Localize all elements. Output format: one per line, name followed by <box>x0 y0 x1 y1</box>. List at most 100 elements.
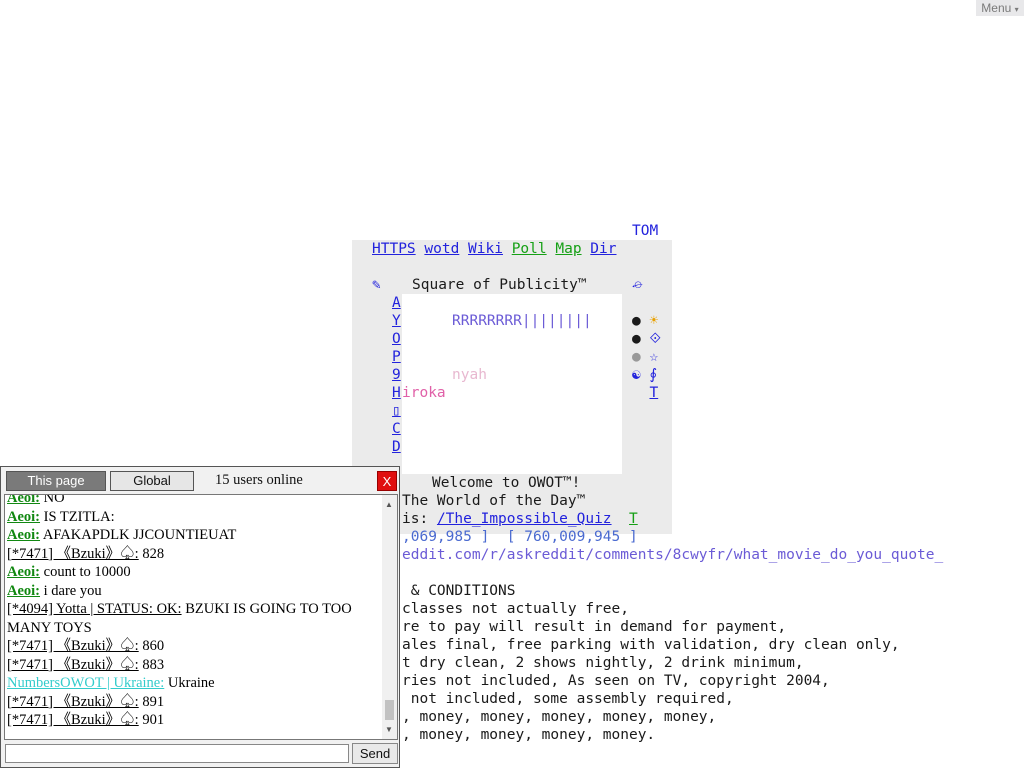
message-nick[interactable]: [*7471] 《Bzuki》♤: <box>7 712 139 728</box>
message-nick[interactable]: Aeoi: <box>7 495 40 506</box>
chat-message: [*7471] 《Bzuki》♤: 860 <box>7 637 382 656</box>
side-letter-9[interactable]: 9 <box>392 367 401 383</box>
message-text: AFAKAPDLK JJCOUNTIEUAT <box>42 527 237 543</box>
message-nick[interactable]: NumbersOWOT | Ukraine: <box>7 675 164 691</box>
pencil-icon[interactable]: ✎ <box>372 276 381 294</box>
world-of-day-label: The World of the Day™ <box>402 493 586 509</box>
terms-line: classes not actually free, <box>402 601 629 617</box>
message-text: IS TZITLA: <box>43 508 115 525</box>
terms-line: & CONDITIONS <box>402 583 516 599</box>
scroll-up-icon[interactable]: ▲ <box>385 500 393 509</box>
menu-button[interactable]: Menu ▾ <box>976 0 1024 16</box>
world-of-day-row: is: /The_Impossible_Quiz T <box>402 510 638 528</box>
diamond-icon[interactable]: ⟐ <box>649 331 660 347</box>
terms-line: , money, money, money, money. <box>402 727 656 743</box>
chat-message: Aeoi: i dare you <box>7 582 382 601</box>
message-nick[interactable]: Aeoi: <box>7 509 40 525</box>
side-letter-list: A Y O P 9 H ▯ C D <box>392 294 401 456</box>
chat-message: [*7471] 《Bzuki》♤: 901 <box>7 711 382 730</box>
message-nick[interactable]: [*7471] 《Bzuki》♤: <box>7 657 139 673</box>
side-letter-c[interactable]: C <box>392 421 401 437</box>
terms-line: ries not included, As seen on TV, copyri… <box>402 673 830 689</box>
terms-line: , money, money, money, money, money, <box>402 709 717 725</box>
nav-wiki[interactable]: Wiki <box>468 241 503 257</box>
message-nick[interactable]: Aeoi: <box>7 583 40 599</box>
dot-icon[interactable]: ● <box>632 313 641 329</box>
coords-text: ,069,985 ] [ 760,009,945 ] <box>402 529 638 545</box>
message-text: 860 <box>142 638 165 654</box>
side-letter-box[interactable]: ▯ <box>392 403 401 419</box>
nav-poll[interactable]: Poll <box>512 241 547 257</box>
star-icon[interactable]: ☆ <box>649 349 658 365</box>
integral-icon[interactable]: ∮ <box>649 367 657 383</box>
chat-message: [*7471] 《Bzuki》♤: 883 <box>7 656 382 675</box>
chat-input[interactable] <box>5 744 349 763</box>
terms-line: re to pay will result in demand for paym… <box>402 619 787 635</box>
chat-message: Aeoi: IS TZITLA: <box>7 508 382 527</box>
message-nick[interactable]: [*4094] Yotta | STATUS: OK: <box>7 601 182 617</box>
tab-global[interactable]: Global <box>110 471 194 491</box>
chat-messages[interactable]: Aeoi: NO Aeoi: IS TZITLA: Aeoi: AFAKAPDL… <box>4 494 398 740</box>
users-online-count: 15 users online <box>215 472 303 488</box>
t-link[interactable]: T <box>649 385 658 401</box>
menu-label: Menu <box>981 1 1012 15</box>
nav-dir[interactable]: Dir <box>590 241 616 257</box>
message-nick[interactable]: Aeoi: <box>7 564 40 580</box>
message-nick[interactable]: [*7471] 《Bzuki》♤: <box>7 638 139 654</box>
side-letter-p[interactable]: P <box>392 349 401 365</box>
world-link[interactable]: /The_Impossible_Quiz <box>437 511 612 527</box>
top-nav: HTTPS wotd Wiki Poll Map Dir <box>372 240 617 258</box>
welcome-text: Welcome to OWOT™! <box>432 475 581 491</box>
dot-icon[interactable]: ● <box>632 349 641 365</box>
nav-wotd[interactable]: wotd <box>424 241 459 257</box>
chat-message: Aeoi: count to 10000 <box>7 563 382 582</box>
terms-line: not included, some assembly required, <box>402 691 734 707</box>
world-t-link[interactable]: T <box>629 511 638 527</box>
nav-https[interactable]: HTTPS <box>372 241 416 257</box>
chevron-down-icon: ▾ <box>1014 5 1019 14</box>
send-button[interactable]: Send <box>352 743 398 764</box>
message-text: 891 <box>142 693 165 710</box>
is-label: is: <box>402 511 429 527</box>
message-nick[interactable]: [*7471] 《Bzuki》♤: <box>7 694 139 710</box>
reddit-link[interactable]: eddit.com/r/askreddit/comments/8cwyfr/wh… <box>402 546 943 564</box>
nyah-text: nyah <box>452 367 487 383</box>
message-text: count to 10000 <box>43 564 131 580</box>
chat-message: [*4094] Yotta | STATUS: OK: BZUKI IS GOI… <box>7 600 382 637</box>
chat-scrollbar[interactable]: ▲ ▼ <box>382 495 397 739</box>
terms-block: & CONDITIONS classes not actually free, … <box>402 582 900 744</box>
message-list: Aeoi: NO Aeoi: IS TZITLA: Aeoi: AFAKAPDL… <box>7 495 382 730</box>
dot-icon[interactable]: ● <box>632 331 641 347</box>
terms-line: t dry clean, 2 shows nightly, 2 drink mi… <box>402 655 804 671</box>
chat-window: This page Global 15 users online X Aeoi:… <box>0 466 400 768</box>
close-button[interactable]: X <box>377 471 397 491</box>
message-text: i dare you <box>43 582 102 599</box>
side-letter-o[interactable]: O <box>392 331 401 347</box>
scroll-thumb[interactable] <box>385 700 394 720</box>
scroll-down-icon[interactable]: ▼ <box>385 725 393 734</box>
nav-map[interactable]: Map <box>555 241 581 257</box>
chat-message: Aeoi: AFAKAPDLK JJCOUNTIEUAT <box>7 526 382 545</box>
tab-this-page[interactable]: This page <box>6 471 106 491</box>
message-text: 828 <box>142 545 165 562</box>
side-letter-h[interactable]: H <box>392 385 401 401</box>
message-text: 883 <box>142 656 165 673</box>
terms-line: ales final, free parking with validation… <box>402 637 900 653</box>
square-title: Square of Publicity™ <box>412 277 587 293</box>
message-text: Ukraine <box>167 675 215 691</box>
sun-icon[interactable]: ☀ <box>649 313 658 329</box>
chat-message: NumbersOWOT | Ukraine: Ukraine <box>7 674 382 693</box>
side-letter-a[interactable]: A <box>392 295 401 311</box>
side-letter-d[interactable]: D <box>392 439 401 455</box>
chat-message: Aeoi: NO <box>7 495 382 508</box>
message-nick[interactable]: Aeoi: <box>7 527 40 543</box>
rrr-line: RRRRRRRR|||||||| <box>452 313 592 329</box>
yin-yang-icon[interactable]: ☯ <box>632 367 641 383</box>
message-nick[interactable]: [*7471] 《Bzuki》♤: <box>7 546 139 562</box>
hiroka-text: iroka <box>402 385 446 401</box>
eraser-icon[interactable]: ⌮ <box>632 276 643 294</box>
message-text: 901 <box>142 712 165 728</box>
side-letter-y[interactable]: Y <box>392 313 401 329</box>
chat-message: [*7471] 《Bzuki》♤: 828 <box>7 545 382 564</box>
tom-label: TOM <box>632 223 659 239</box>
